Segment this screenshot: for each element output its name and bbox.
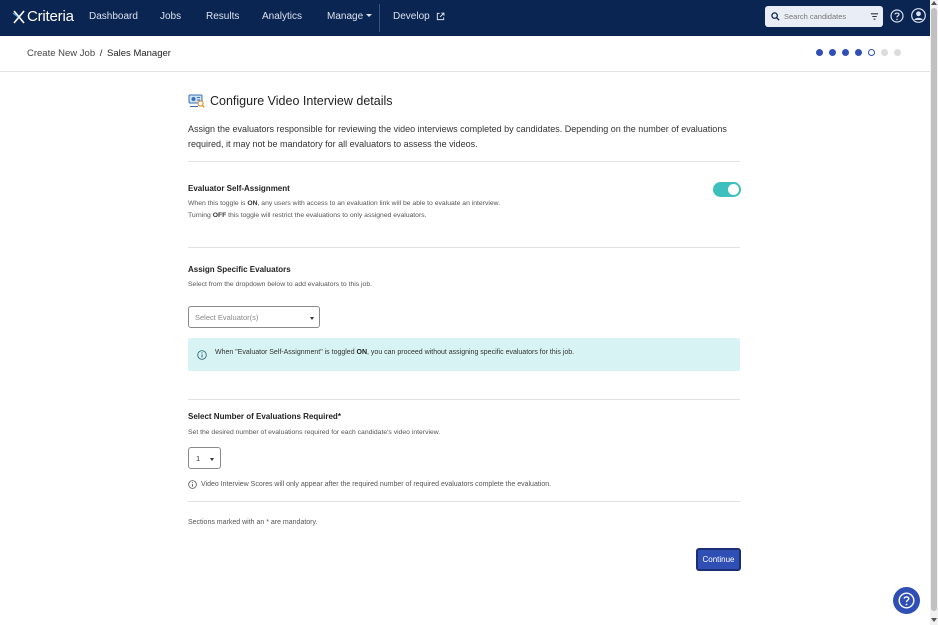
- self-assignment-line-2: Turning OFF this toggle will restrict th…: [188, 212, 427, 219]
- help-icon[interactable]: [890, 9, 904, 23]
- page-title: Configure Video Interview details: [188, 93, 393, 108]
- criteria-logo[interactable]: Criteria: [12, 8, 74, 25]
- step-dot-6: [881, 49, 888, 56]
- continue-button[interactable]: Continue: [696, 548, 741, 571]
- step-dot-2: [829, 49, 836, 56]
- scroll-up-arrow[interactable]: [931, 1, 937, 5]
- breadcrumb-separator: /: [99, 48, 103, 59]
- info-icon: [197, 350, 207, 360]
- evaluations-desc: Set the desired number of evaluations re…: [188, 429, 441, 436]
- user-icon[interactable]: [911, 8, 926, 23]
- evaluations-note: Video Interview Scores will only appear …: [188, 480, 551, 489]
- nav-manage[interactable]: Manage: [327, 11, 373, 22]
- divider: [188, 161, 740, 162]
- divider: [188, 247, 740, 248]
- assign-evaluators-desc: Select from the dropdown below to add ev…: [188, 281, 373, 288]
- info-box: When "Evaluator Self-Assignment" is togg…: [188, 338, 740, 371]
- breadcrumb-current: Sales Manager: [107, 48, 171, 59]
- scrollbar-thumb[interactable]: [931, 8, 937, 611]
- sub-header: Create New Job / Sales Manager: [0, 36, 930, 72]
- evaluations-title: Select Number of Evaluations Required*: [188, 412, 341, 421]
- search-icon: [771, 12, 780, 21]
- breadcrumb-parent[interactable]: Create New Job: [27, 48, 95, 59]
- self-assignment-title: Evaluator Self-Assignment: [188, 184, 290, 193]
- nav-develop[interactable]: Develop: [393, 11, 445, 22]
- video-interview-icon: [188, 94, 205, 108]
- nav-manage-label: Manage: [327, 11, 364, 22]
- nav-jobs[interactable]: Jobs: [160, 11, 181, 22]
- breadcrumb: Create New Job / Sales Manager: [27, 48, 171, 59]
- chevron-down-icon: [310, 317, 314, 320]
- nav-results[interactable]: Results: [206, 11, 239, 22]
- step-dot-3: [842, 49, 849, 56]
- nav-dashboard[interactable]: Dashboard: [89, 11, 138, 22]
- divider: [188, 399, 740, 400]
- evaluations-note-text: Video Interview Scores will only appear …: [201, 481, 552, 488]
- chevron-down-icon: [210, 458, 214, 461]
- self-assignment-desc: When this toggle is ON, any users with a…: [188, 198, 500, 222]
- evaluator-select-placeholder: Select Evaluator(s): [195, 313, 259, 322]
- criteria-logo-icon: [12, 9, 25, 24]
- search-box: [765, 6, 883, 27]
- nav-divider: [379, 4, 380, 32]
- chevron-down-icon: [366, 14, 373, 17]
- brand-name: Criteria: [27, 8, 74, 25]
- step-dot-5: [868, 49, 875, 56]
- divider: [188, 501, 740, 502]
- page-title-text: Configure Video Interview details: [210, 93, 393, 108]
- self-assignment-toggle[interactable]: [713, 182, 741, 197]
- info-icon: [188, 480, 197, 489]
- nav-develop-label: Develop: [393, 11, 430, 22]
- toggle-knob: [728, 184, 739, 195]
- external-link-icon: [436, 12, 445, 21]
- evaluations-count-value: 1: [196, 454, 201, 463]
- nav-analytics[interactable]: Analytics: [262, 11, 302, 22]
- search-input[interactable]: [784, 12, 862, 21]
- step-dot-1: [816, 49, 823, 56]
- step-dot-7: [894, 49, 901, 56]
- filter-icon[interactable]: [870, 12, 879, 21]
- self-assignment-line-1: When this toggle is ON, any users with a…: [188, 200, 501, 207]
- step-indicator: [816, 49, 907, 56]
- intro-text: Assign the evaluators responsible for re…: [188, 124, 727, 149]
- assign-evaluators-title: Assign Specific Evaluators: [188, 265, 291, 274]
- evaluator-select[interactable]: Select Evaluator(s): [188, 306, 320, 328]
- info-message: When "Evaluator Self-Assignment" is togg…: [215, 349, 575, 356]
- evaluations-count-select[interactable]: 1: [188, 447, 221, 469]
- scroll-down-arrow[interactable]: [931, 618, 937, 622]
- mandatory-note: Sections marked with an * are mandatory.: [188, 519, 318, 526]
- help-fab-button[interactable]: [893, 587, 920, 614]
- step-dot-4: [855, 49, 862, 56]
- top-nav: Criteria Dashboard Jobs Results Analytic…: [0, 0, 930, 36]
- help-icon: [898, 592, 915, 609]
